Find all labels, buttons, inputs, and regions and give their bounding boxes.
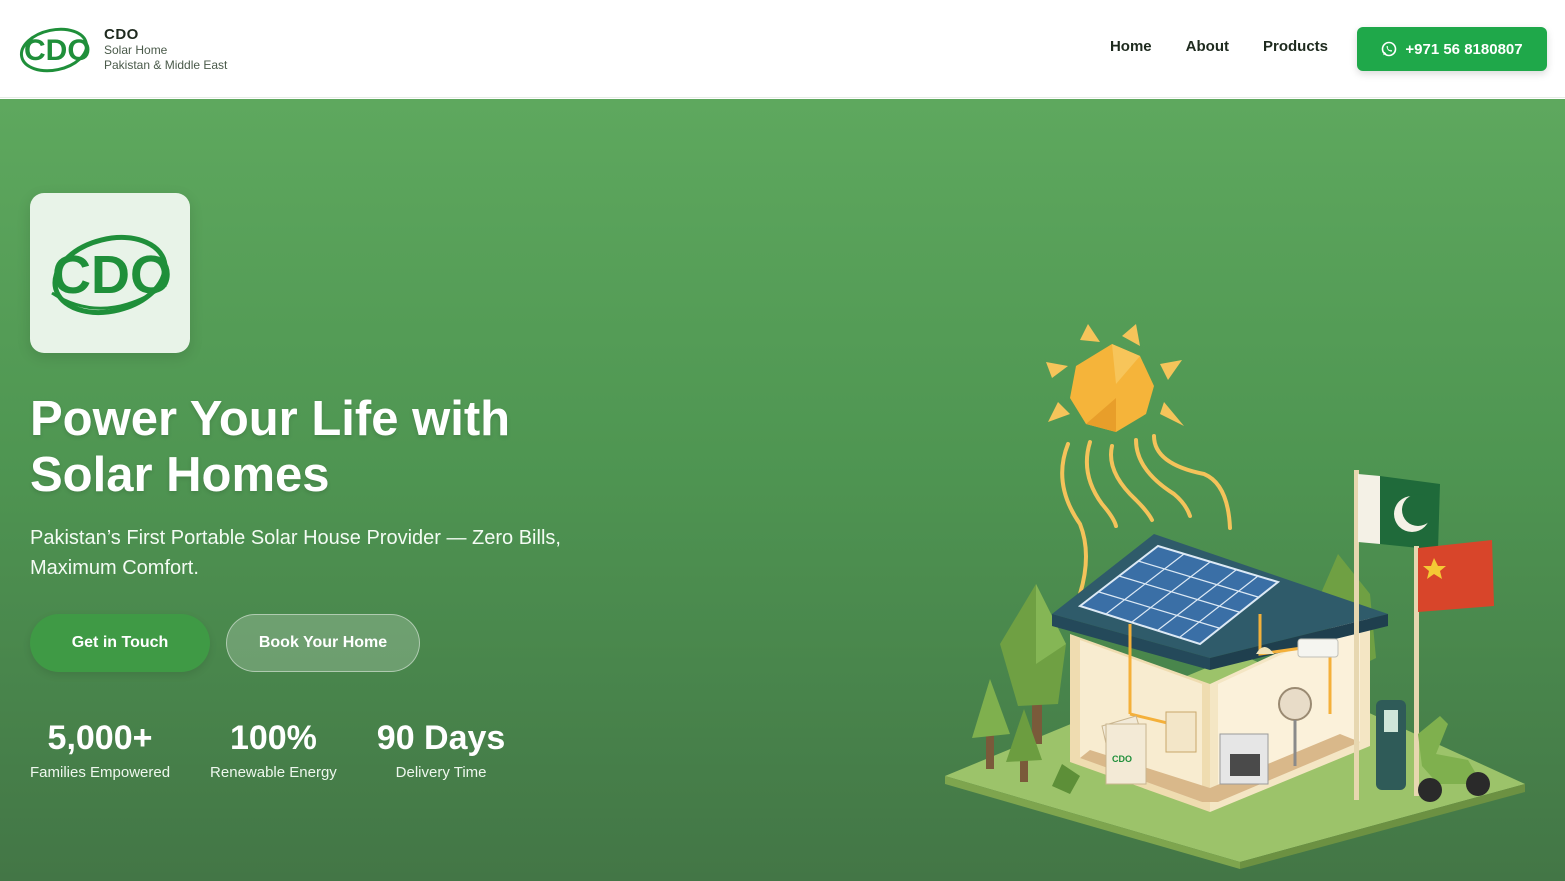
site-header: CDO CDO Solar Home Pakistan & Middle Eas… [0,0,1565,98]
stat-value: 100% [229,719,317,757]
appliance-brand-label: CDO [1112,754,1132,764]
get-in-touch-button[interactable]: Get in Touch [30,614,210,672]
stat-delivery: 90 Days Delivery Time [377,719,506,781]
hero-headline: Power Your Life with Solar Homes [30,391,650,504]
brand[interactable]: CDO CDO Solar Home Pakistan & Middle Eas… [18,20,227,78]
nav-home[interactable]: Home [1110,38,1152,55]
stat-label: Delivery Time [395,764,487,781]
main-nav: Home About Products [1110,38,1328,55]
whatsapp-icon [1382,41,1397,57]
brand-text: CDO Solar Home Pakistan & Middle East [104,26,227,73]
brand-logo-icon: CDO [19,27,91,73]
phone-number: +971 56 8180807 [1405,40,1523,58]
headline-line-2: Solar Homes [30,448,330,503]
svg-text:CDO: CDO [52,245,172,305]
stat-label: Renewable Energy [210,764,337,781]
book-your-home-button[interactable]: Book Your Home [226,614,420,672]
hero-section: CDO Power Your Life with Solar Homes Pak… [0,99,1565,881]
sun-icon [1046,324,1184,432]
stat-value: 90 Days [376,719,506,757]
hero-logo-card: CDO [30,193,190,353]
brand-region: Pakistan & Middle East [104,57,228,72]
nav-about[interactable]: About [1186,38,1229,55]
stat-label: Families Empowered [30,764,171,781]
stat-renewable: 100% Renewable Energy [210,719,337,781]
cdo-logo-icon: CDO [51,235,172,315]
svg-text:CDO: CDO [24,34,91,67]
nav-products[interactable]: Products [1263,38,1328,55]
stats-row: 5,000+ Families Empowered 100% Renewable… [30,719,505,781]
solar-house-illustration: CDO [945,324,1525,869]
ev-scooter-icon [1376,700,1490,802]
headline-line-1: Power Your Life with [30,392,511,446]
stat-families: 5,000+ Families Empowered [30,719,170,781]
stat-value: 5,000+ [47,719,153,757]
whatsapp-phone-button[interactable]: +971 56 8180807 [1357,27,1547,71]
hero-subline: Pakistan’s First Portable Solar House Pr… [30,527,561,579]
brand-name: CDO [104,25,139,43]
brand-tagline: Solar Home [104,42,168,57]
